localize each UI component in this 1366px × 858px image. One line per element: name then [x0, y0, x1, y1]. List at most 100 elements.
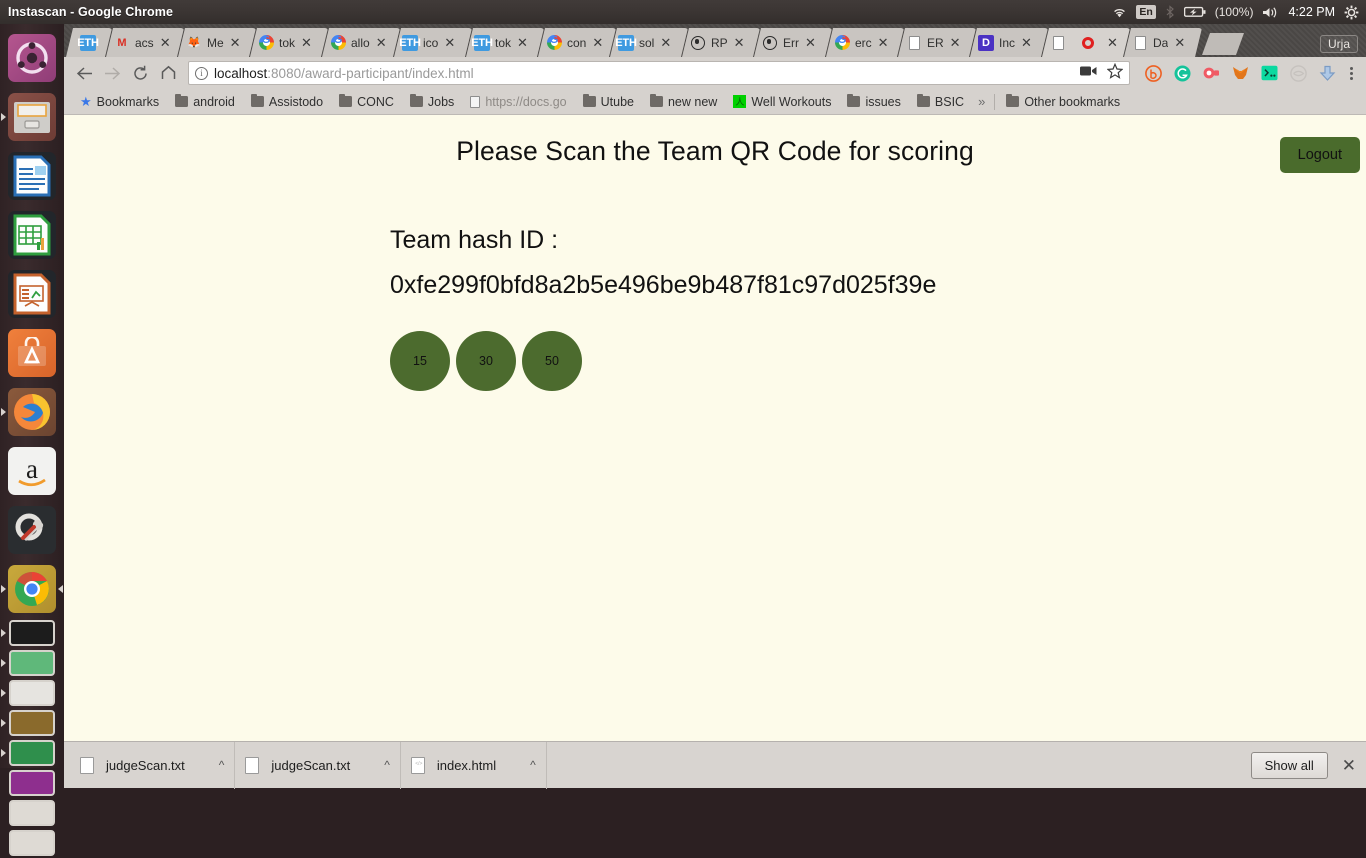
- launcher-item-google-chrome[interactable]: [0, 559, 64, 618]
- tab-8[interactable]: ETH sol ✕: [610, 28, 688, 57]
- keyboard-layout-indicator[interactable]: En: [1136, 5, 1156, 19]
- show-all-downloads-button[interactable]: Show all: [1250, 751, 1328, 779]
- tab-close-icon[interactable]: ✕: [950, 36, 961, 49]
- launcher-item-ubuntu-dash[interactable]: [0, 28, 64, 87]
- tab-15[interactable]: Da ✕: [1124, 28, 1202, 57]
- tab-3[interactable]: tok ✕: [250, 28, 328, 57]
- forward-arrow-icon: [98, 59, 126, 87]
- launcher-item-stack-8[interactable]: [0, 828, 64, 858]
- tab-close-icon[interactable]: ✕: [1021, 36, 1032, 49]
- home-icon[interactable]: [154, 59, 182, 87]
- tab-close-icon[interactable]: ✕: [805, 36, 816, 49]
- site-info-icon[interactable]: i: [195, 66, 208, 80]
- bookmark-item-android[interactable]: android: [167, 93, 243, 109]
- tab-5[interactable]: ETH ico ✕: [394, 28, 472, 57]
- user-profile-chip[interactable]: Urja: [1319, 35, 1358, 53]
- tab-close-icon[interactable]: ✕: [1174, 36, 1185, 49]
- launcher-item-libreoffice-impress[interactable]: [0, 264, 64, 323]
- launcher-item-amazon[interactable]: a: [0, 441, 64, 500]
- launcher-item-stack-5[interactable]: [0, 738, 64, 768]
- download-extension-icon[interactable]: [1318, 64, 1336, 82]
- download-menu-caret-icon[interactable]: ^: [384, 758, 390, 772]
- bookmark-item-other-bookmarks[interactable]: Other bookmarks: [998, 93, 1128, 109]
- address-bar[interactable]: i localhost:8080/award-participant/index…: [188, 61, 1130, 85]
- bluetooth-icon[interactable]: [1165, 5, 1175, 19]
- bookmark-item-bookmarks[interactable]: ★ Bookmarks: [72, 94, 167, 110]
- bookmark-item-bsic[interactable]: BSIC: [909, 93, 972, 109]
- tab-close-icon[interactable]: ✕: [160, 36, 171, 49]
- clock[interactable]: 4:22 PM: [1288, 5, 1335, 19]
- tab-close-icon[interactable]: ✕: [444, 36, 455, 49]
- tab-9[interactable]: RP ✕: [682, 28, 760, 57]
- launcher-item-stack-3[interactable]: [0, 678, 64, 708]
- launcher-item-libreoffice-writer[interactable]: [0, 146, 64, 205]
- score-button-15[interactable]: 15: [390, 331, 450, 391]
- logout-button[interactable]: Logout: [1279, 137, 1360, 173]
- system-settings-icon[interactable]: [1344, 5, 1359, 20]
- close-shelf-icon[interactable]: ✕: [1342, 757, 1356, 774]
- tab-13[interactable]: D Inc ✕: [970, 28, 1048, 57]
- launcher-item-libreoffice-calc[interactable]: [0, 205, 64, 264]
- tab-6[interactable]: ETH tok ✕: [466, 28, 544, 57]
- score-button-30[interactable]: 30: [456, 331, 516, 391]
- text-file-icon: [245, 756, 260, 774]
- download-menu-caret-icon[interactable]: ^: [530, 758, 536, 772]
- bookmark-item-new-new[interactable]: new new: [642, 93, 725, 109]
- volume-icon[interactable]: [1262, 6, 1279, 19]
- tab-1[interactable]: M acs ✕: [106, 28, 184, 57]
- download-item-2[interactable]: index.html ^: [401, 741, 547, 789]
- terminal-extension-icon[interactable]: [1260, 64, 1278, 82]
- tab-0[interactable]: ETH: [66, 28, 112, 57]
- launcher-item-ubuntu-software[interactable]: [0, 323, 64, 382]
- launcher-item-terminal[interactable]: [0, 618, 64, 648]
- tab-close-icon[interactable]: ✕: [376, 36, 387, 49]
- download-item-0[interactable]: judgeScan.txt ^: [70, 741, 236, 789]
- tab-10[interactable]: Err ✕: [754, 28, 832, 57]
- tab-close-icon[interactable]: ✕: [878, 36, 889, 49]
- tab-close-icon[interactable]: ✕: [517, 36, 528, 49]
- score-button-50[interactable]: 50: [522, 331, 582, 391]
- new-tab-button[interactable]: [1202, 33, 1244, 55]
- tab-14-active[interactable]: ✕: [1042, 28, 1130, 57]
- bookmark-item-utube[interactable]: Utube: [575, 93, 642, 109]
- download-item-1[interactable]: judgeScan.txt ^: [235, 741, 401, 789]
- launcher-item-stack-6[interactable]: [0, 768, 64, 798]
- tab-close-icon[interactable]: ✕: [660, 36, 671, 49]
- tab-close-icon[interactable]: ✕: [301, 36, 312, 49]
- bookmark-label: issues: [865, 94, 901, 109]
- bookmarks-overflow-chevron-icon[interactable]: »: [972, 94, 991, 109]
- bookmark-star-icon[interactable]: [1106, 62, 1124, 84]
- bookmark-item-docs[interactable]: https://docs.go: [462, 95, 574, 109]
- reload-icon[interactable]: [126, 59, 154, 87]
- tab-close-icon[interactable]: ✕: [592, 36, 603, 49]
- tab-close-icon[interactable]: ✕: [230, 36, 241, 49]
- tab-2[interactable]: 🦊 Me ✕: [178, 28, 256, 57]
- tab-11[interactable]: erc ✕: [826, 28, 904, 57]
- bookmark-item-issues[interactable]: issues: [839, 93, 908, 109]
- tab-close-icon[interactable]: ✕: [734, 36, 745, 49]
- launcher-item-files[interactable]: [0, 87, 64, 146]
- three-dot-menu-icon[interactable]: [1342, 66, 1360, 80]
- bookmark-item-jobs[interactable]: Jobs: [402, 93, 462, 109]
- launcher-item-firefox[interactable]: [0, 382, 64, 441]
- tab-7[interactable]: con ✕: [538, 28, 616, 57]
- metamask-extension-icon[interactable]: [1231, 64, 1249, 82]
- wifi-icon[interactable]: [1112, 6, 1127, 19]
- cast-icon[interactable]: [1080, 64, 1097, 82]
- bookmark-item-well-workouts[interactable]: 人 Well Workouts: [725, 95, 839, 109]
- bookmark-item-conc[interactable]: CONC: [331, 93, 402, 109]
- back-arrow-icon[interactable]: [70, 59, 98, 87]
- battery-icon[interactable]: [1183, 6, 1206, 18]
- tab-12[interactable]: ER ✕: [898, 28, 976, 57]
- tab-close-icon[interactable]: ✕: [1107, 36, 1118, 49]
- launcher-item-system-settings[interactable]: [0, 500, 64, 559]
- download-menu-caret-icon[interactable]: ^: [219, 758, 225, 772]
- bitly-extension-icon[interactable]: [1144, 64, 1162, 82]
- clipboard-extension-icon[interactable]: [1202, 64, 1220, 82]
- launcher-item-stack-2[interactable]: [0, 648, 64, 678]
- grammarly-extension-icon[interactable]: [1173, 64, 1191, 82]
- tab-4[interactable]: allo ✕: [322, 28, 400, 57]
- launcher-item-stack-7[interactable]: [0, 798, 64, 828]
- launcher-item-stack-4[interactable]: [0, 708, 64, 738]
- bookmark-item-assistodo[interactable]: Assistodo: [243, 93, 331, 109]
